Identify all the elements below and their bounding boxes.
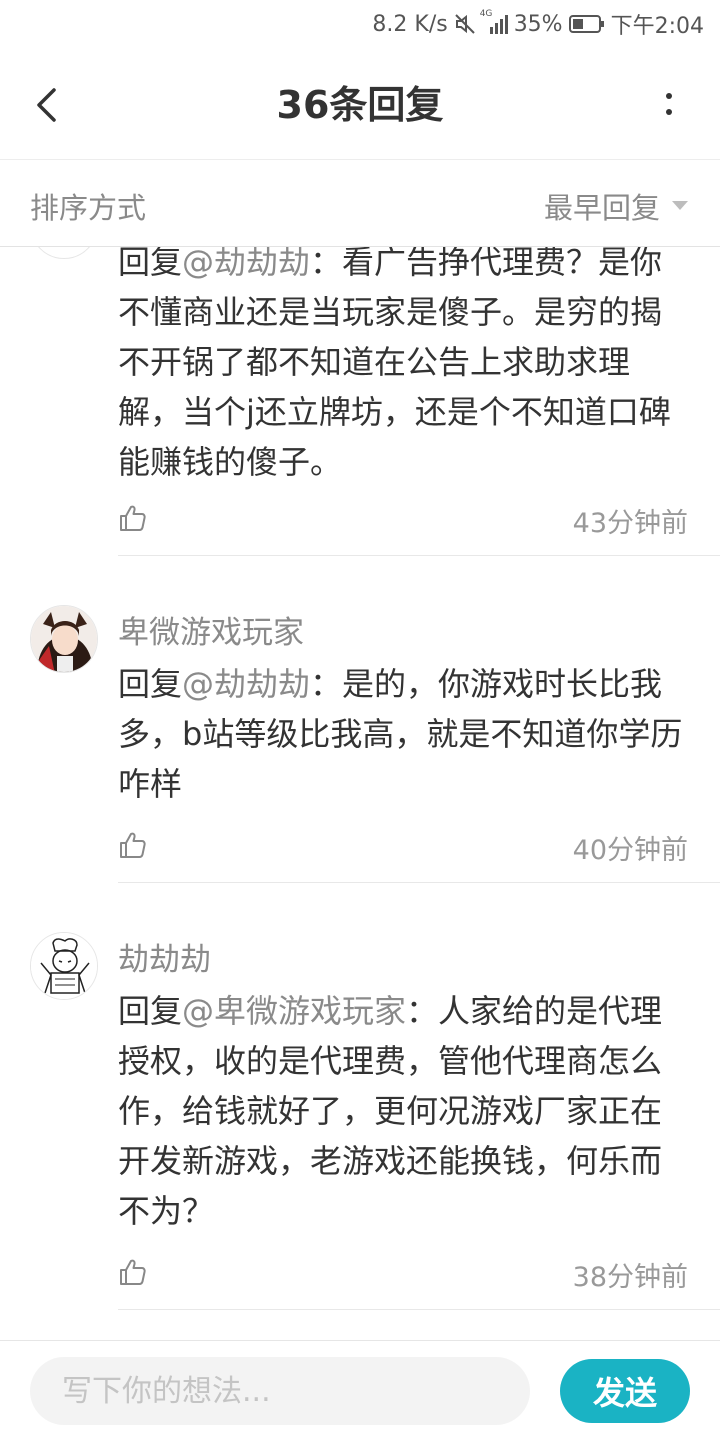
avatar-image <box>31 933 97 999</box>
status-bar: 8.2 K/s 4G 35% 下午2:04 <box>0 0 720 50</box>
reply-prefix: 回复 <box>118 992 183 1030</box>
reply-prefix: 回复 <box>118 247 183 281</box>
comment-time: 40分钟前 <box>572 835 688 866</box>
comment-time: 38分钟前 <box>572 1262 688 1293</box>
comment-list[interactable]: 回复@劫劫劫：看广告挣代理费？是你不懂商业还是当玩家是傻子。是穷的揭不开锅了都不… <box>0 247 720 1340</box>
clock: 下午2:04 <box>610 14 704 39</box>
mute-icon <box>454 14 475 34</box>
mention-link[interactable]: @劫劫劫 <box>182 247 310 281</box>
sort-bar: 排序方式 最早回复 <box>0 161 720 247</box>
network-type: 4G <box>479 9 493 19</box>
comment-content: 回复@卑微游戏玩家：人家给的是代理授权，收的是代理费，管他代理商怎么作，给钱就好… <box>118 986 693 1236</box>
thumbs-up-icon[interactable] <box>118 503 148 533</box>
username[interactable]: 劫劫劫 <box>118 934 211 979</box>
username[interactable]: 卑微游戏玩家 <box>118 607 304 652</box>
thumbs-up-icon[interactable] <box>118 1257 148 1287</box>
avatar[interactable] <box>30 605 98 673</box>
mention-link[interactable]: @劫劫劫 <box>182 665 310 703</box>
avatar[interactable] <box>30 247 98 259</box>
mention-link[interactable]: @卑微游戏玩家 <box>182 992 406 1030</box>
network-speed: 8.2 K/s <box>372 11 448 37</box>
divider <box>118 882 720 883</box>
comment-content: 回复@劫劫劫：看广告挣代理费？是你不懂商业还是当玩家是傻子。是穷的揭不开锅了都不… <box>118 247 693 487</box>
sort-selected-value: 最早回复 <box>543 191 660 225</box>
battery-icon <box>568 14 605 34</box>
divider <box>118 555 720 556</box>
reply-prefix: 回复 <box>118 665 183 703</box>
page-title: 36条回复 <box>276 83 444 127</box>
comment-item: 回复@劫劫劫：看广告挣代理费？是你不懂商业还是当玩家是傻子。是穷的揭不开锅了都不… <box>0 247 720 557</box>
avatar[interactable] <box>30 932 98 1000</box>
signal-icon: 4G <box>480 9 508 35</box>
caret-down-icon <box>672 201 688 210</box>
comment-item: 卑微游戏玩家 回复@劫劫劫：是的，你游戏时长比我多，b站等级比我高，就是不知道你… <box>0 557 720 884</box>
comment-time: 43分钟前 <box>572 508 688 539</box>
comment-text: ：看广告挣代理费？是你不懂商业还是当玩家是傻子。是穷的揭不开锅了都不知道在公告上… <box>118 247 671 481</box>
comment-item: 劫劫劫 回复@卑微游戏玩家：人家给的是代理授权，收的是代理费，管他代理商怎么作，… <box>0 884 720 1311</box>
thumbs-up-icon[interactable] <box>118 830 148 860</box>
divider <box>118 1309 720 1310</box>
battery-percent: 35% <box>513 11 563 37</box>
avatar-image <box>31 606 97 672</box>
more-vertical-icon <box>666 93 672 115</box>
sort-label: 排序方式 <box>30 191 147 225</box>
send-button[interactable]: 发送 <box>560 1359 690 1423</box>
comment-input[interactable] <box>30 1357 530 1425</box>
sort-dropdown[interactable]: 最早回复 <box>544 185 688 227</box>
comment-content: 回复@劫劫劫：是的，你游戏时长比我多，b站等级比我高，就是不知道你学历咋样 <box>118 659 693 809</box>
header: 36条回复 <box>0 50 720 160</box>
comment-composer: 发送 <box>0 1340 720 1440</box>
status-indicators: 8.2 K/s 4G 35% 下午2:04 <box>372 8 704 40</box>
more-button[interactable] <box>654 80 684 130</box>
